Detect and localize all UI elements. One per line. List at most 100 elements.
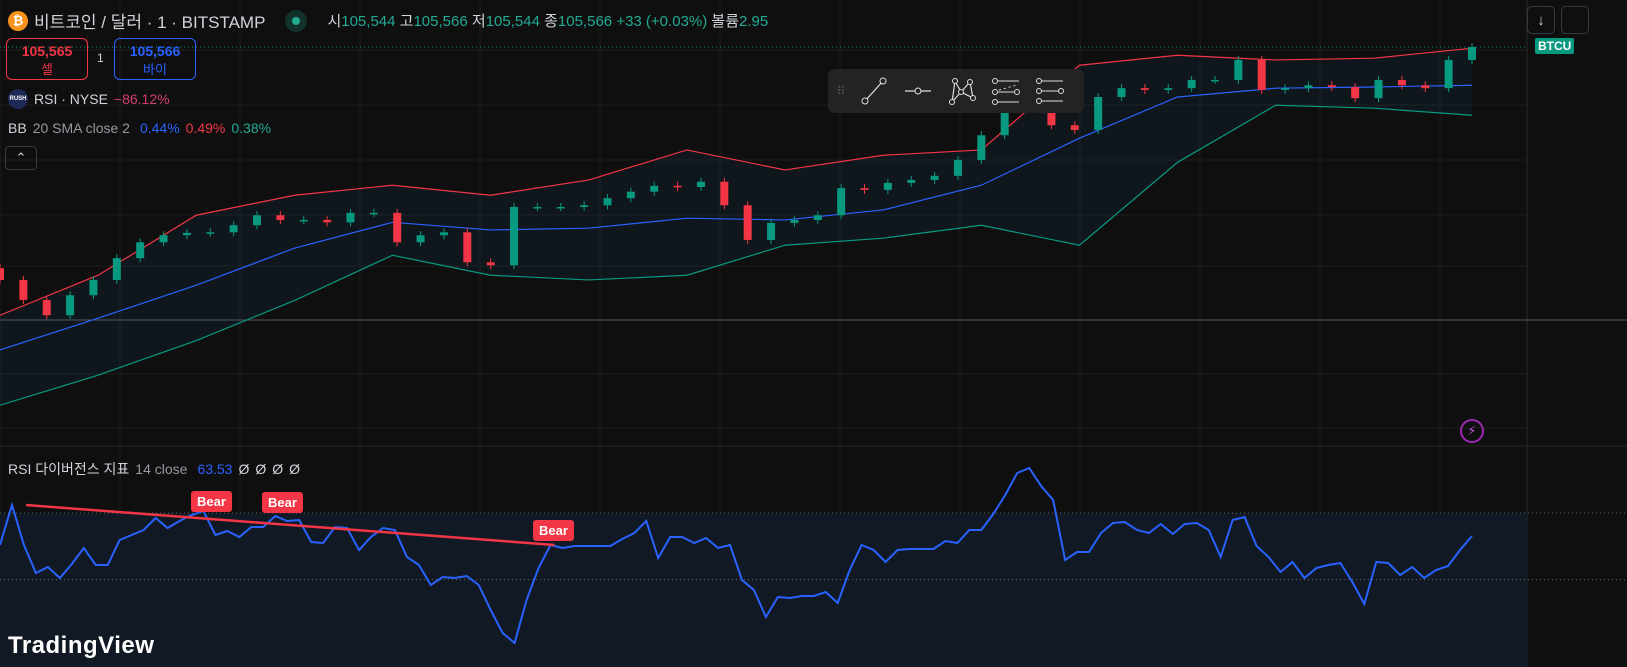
candle <box>439 232 448 236</box>
sell-button[interactable]: 105,565 셀 <box>6 38 88 80</box>
candle <box>416 235 425 243</box>
buy-button[interactable]: 105,566 바이 <box>114 38 196 80</box>
candle <box>0 268 4 280</box>
rsi-name: RSI 다이버전스 지표 <box>8 461 130 477</box>
change-value: +33 (+0.03%) <box>616 13 708 30</box>
bb-name: BB <box>8 120 27 136</box>
symbol-title[interactable]: 비트코인 / 달러 · 1 · BITSTAMP <box>34 8 265 33</box>
candle <box>743 205 752 240</box>
tradingview-logo: TradingView <box>8 632 155 659</box>
bb-fill <box>0 48 1472 406</box>
candle <box>1374 79 1383 99</box>
trade-quantity[interactable]: 1 <box>97 51 104 65</box>
candle <box>136 242 145 259</box>
candle <box>533 207 542 209</box>
drawing-toolbar: ⠿ <box>828 69 1084 113</box>
candle <box>1117 88 1126 97</box>
close-value: 105,566 <box>557 13 613 30</box>
ohlc-values: 시105,544 고105,566 저105,544 종105,566 +33 … <box>327 10 768 31</box>
last-price-label: BTCU <box>1535 38 1575 54</box>
buy-price: 105,566 <box>129 43 181 59</box>
candle <box>813 215 822 220</box>
fib-retracement-icon <box>992 78 1020 105</box>
horizontal-line-icon <box>905 87 931 95</box>
candle <box>159 235 168 243</box>
open-value: 105,544 <box>341 13 396 30</box>
collapse-legend-button[interactable]: ⌃ <box>5 146 37 170</box>
high-value: 105,566 <box>413 13 468 30</box>
bear-label: Bear <box>191 491 232 512</box>
candle <box>1094 97 1103 130</box>
trend-line-tool[interactable] <box>856 75 892 107</box>
low-label: 저 <box>471 13 486 30</box>
candle <box>1281 88 1290 90</box>
candle <box>463 232 472 263</box>
rsi-empty-2: Ø <box>255 461 267 477</box>
candle <box>603 198 612 206</box>
candle <box>767 222 776 240</box>
bb-legend[interactable]: BB 20 SMA close 2 0.44% 0.49% 0.38% <box>8 120 271 136</box>
candle <box>650 185 659 192</box>
rsi-value: 63.53 <box>197 461 233 477</box>
fib-tool[interactable] <box>988 75 1024 107</box>
bb-params: 20 SMA close 2 <box>32 120 130 136</box>
candle <box>860 188 869 190</box>
candle <box>673 185 682 188</box>
candle <box>112 258 121 280</box>
candle <box>253 215 262 226</box>
candle <box>1210 79 1219 82</box>
horizontal-ray-tool[interactable] <box>900 75 936 107</box>
drag-handle-icon[interactable]: ⠿ <box>834 85 848 97</box>
candle <box>790 219 799 223</box>
candle <box>346 212 355 223</box>
candle <box>66 295 75 316</box>
low-value: 105,544 <box>485 13 540 30</box>
rsi-empty-4: Ø <box>289 461 301 477</box>
candle <box>486 262 495 266</box>
candle <box>276 215 285 220</box>
chevron-up-icon: ⌃ <box>15 150 27 165</box>
bb-lower-value: 0.38% <box>231 120 272 136</box>
candle <box>953 159 962 176</box>
overlay-value: −86.12% <box>113 91 170 107</box>
candle <box>1327 85 1336 87</box>
candle <box>182 232 191 236</box>
candle <box>42 299 51 316</box>
xabcd-pattern-icon <box>949 78 976 105</box>
candle <box>1468 47 1476 60</box>
bear-label: Bear <box>262 492 303 513</box>
scroll-to-latest-button[interactable]: ↓ <box>1527 6 1555 34</box>
candle <box>1421 85 1430 89</box>
lightning-icon[interactable]: ⚡ <box>1460 419 1484 443</box>
candle <box>1070 125 1079 130</box>
symbol-legend: ₿ 비트코인 / 달러 · 1 · BITSTAMP 시105,544 고105… <box>8 8 768 33</box>
candle <box>977 135 986 160</box>
candle <box>323 219 332 223</box>
more-tools[interactable] <box>1032 75 1068 107</box>
parallel-channel-icon <box>1036 78 1064 104</box>
pattern-tool[interactable] <box>944 75 980 107</box>
overlay-name: RSI · NYSE <box>34 91 108 107</box>
candle <box>1140 88 1149 90</box>
sell-price: 105,565 <box>21 43 73 59</box>
market-status-icon[interactable] <box>285 9 308 32</box>
bb-upper-value: 0.49% <box>185 120 226 136</box>
arrow-down-icon: ↓ <box>1537 11 1545 29</box>
candle <box>369 212 378 215</box>
chart-canvas[interactable] <box>0 0 1627 667</box>
rsi-params: 14 close <box>135 461 188 477</box>
bb-mid-value: 0.44% <box>139 120 180 136</box>
buy-label: 바이 <box>143 62 167 77</box>
rsi-legend[interactable]: RSI 다이버전스 지표 14 close 63.53 Ø Ø Ø Ø <box>8 459 300 479</box>
volume-label: 볼륨 <box>711 13 739 30</box>
candle <box>720 181 729 206</box>
close-label: 종 <box>544 13 558 30</box>
overlay-legend[interactable]: RUSH RSI · NYSE −86.12% <box>8 89 170 109</box>
open-label: 시 <box>327 13 342 30</box>
extra-button[interactable] <box>1561 6 1589 34</box>
candle <box>696 181 705 187</box>
candle <box>626 191 635 199</box>
bitcoin-icon: ₿ <box>8 10 28 31</box>
candle <box>930 175 939 180</box>
candle <box>206 232 215 234</box>
